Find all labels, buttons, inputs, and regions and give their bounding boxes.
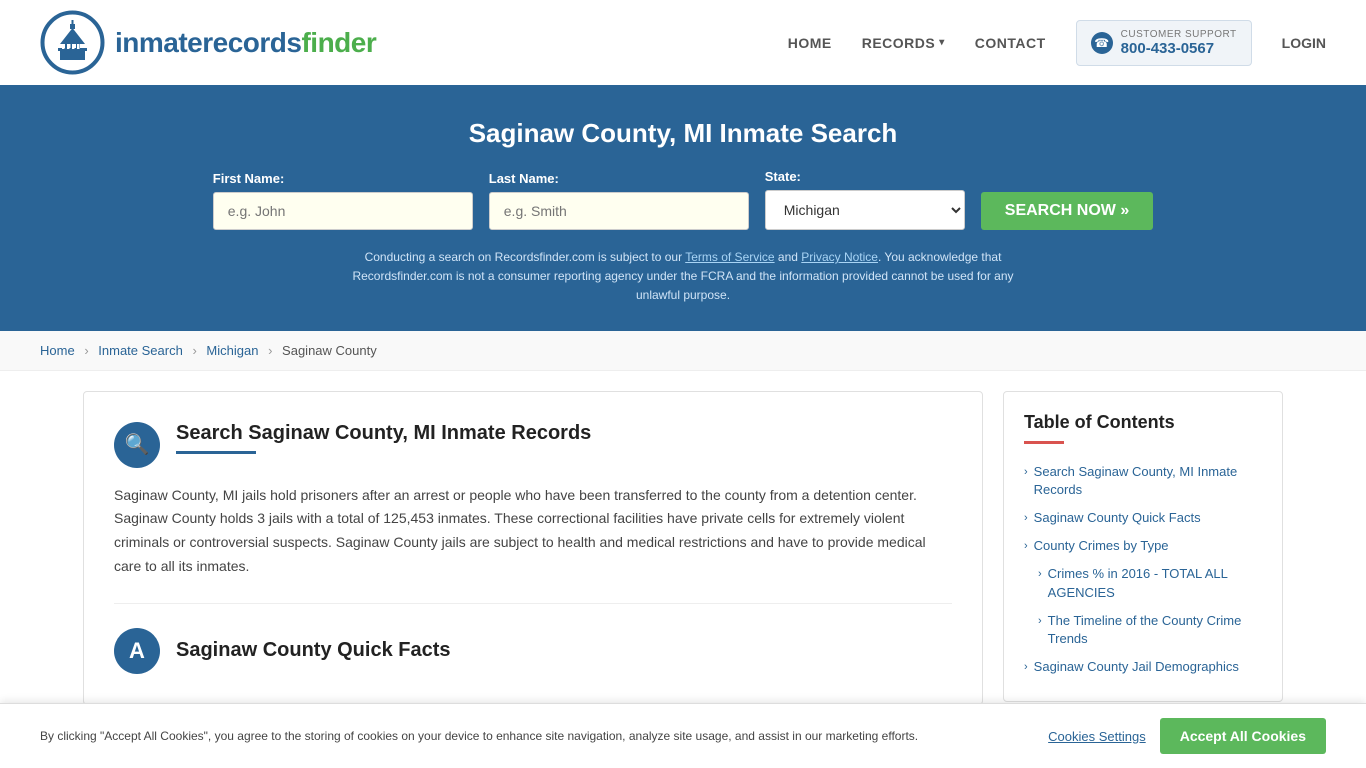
nav-records[interactable]: RECORDS ▾ <box>862 35 945 51</box>
toc-label-3: Crimes % in 2016 - TOTAL ALL AGENCIES <box>1048 565 1262 601</box>
disclaimer-text: Conducting a search on Recordsfinder.com… <box>333 248 1033 306</box>
toc-chevron-3: › <box>1038 567 1042 582</box>
breadcrumb-sep-1: › <box>84 343 88 358</box>
support-label: CUSTOMER SUPPORT <box>1121 29 1237 40</box>
section2-header: A Saginaw County Quick Facts <box>114 628 952 674</box>
toc-box: Table of Contents › Search Saginaw Count… <box>1003 391 1283 703</box>
section1-header: 🔍 Search Saginaw County, MI Inmate Recor… <box>114 422 952 468</box>
toc-chevron-0: › <box>1024 465 1028 480</box>
section1-body: Saginaw County, MI jails hold prisoners … <box>114 484 952 579</box>
toc-item-0[interactable]: › Search Saginaw County, MI Inmate Recor… <box>1024 458 1262 504</box>
toc-chevron-4: › <box>1038 614 1042 629</box>
cookie-banner: By clicking "Accept All Cookies", you ag… <box>0 703 1366 768</box>
content-area: 🔍 Search Saginaw County, MI Inmate Recor… <box>83 391 983 705</box>
section1-title: Search Saginaw County, MI Inmate Records <box>176 422 591 445</box>
state-select[interactable]: Michigan <box>765 190 965 230</box>
breadcrumb-current: Saginaw County <box>282 343 377 358</box>
toc-chevron-2: › <box>1024 539 1028 554</box>
toc-item-2[interactable]: › County Crimes by Type <box>1024 532 1262 560</box>
toc-item-3[interactable]: › Crimes % in 2016 - TOTAL ALL AGENCIES <box>1024 560 1262 606</box>
section1-title-underline <box>176 451 256 454</box>
logo-text: inmaterecordsfinder <box>115 27 376 59</box>
state-label: State: <box>765 169 801 184</box>
toc-label-5: Saginaw County Jail Demographics <box>1034 658 1239 676</box>
cookie-text: By clicking "Accept All Cookies", you ag… <box>40 727 1028 745</box>
privacy-link[interactable]: Privacy Notice <box>801 250 878 264</box>
breadcrumb: Home › Inmate Search › Michigan › Sagina… <box>0 331 1366 371</box>
breadcrumb-home[interactable]: Home <box>40 343 75 358</box>
section1-title-block: Search Saginaw County, MI Inmate Records <box>176 422 591 454</box>
section2-title: Saginaw County Quick Facts <box>176 639 451 662</box>
first-name-label: First Name: <box>213 171 285 186</box>
breadcrumb-sep-3: › <box>268 343 272 358</box>
support-number: 800-433-0567 <box>1121 40 1237 57</box>
nav-login[interactable]: LOGIN <box>1282 35 1326 51</box>
toc-divider <box>1024 441 1064 444</box>
support-text: CUSTOMER SUPPORT 800-433-0567 <box>1121 29 1237 57</box>
logo-area: inmaterecordsfinder <box>40 10 376 75</box>
toc-item-5[interactable]: › Saginaw County Jail Demographics <box>1024 653 1262 681</box>
section1-search-icon: 🔍 <box>114 422 160 468</box>
first-name-input[interactable] <box>213 192 473 230</box>
breadcrumb-michigan[interactable]: Michigan <box>206 343 258 358</box>
section2-icon: A <box>114 628 160 674</box>
records-chevron-down-icon: ▾ <box>939 37 945 48</box>
main-wrapper: 🔍 Search Saginaw County, MI Inmate Recor… <box>43 391 1323 705</box>
support-box: ☎ CUSTOMER SUPPORT 800-433-0567 <box>1076 20 1252 66</box>
toc-chevron-1: › <box>1024 511 1028 526</box>
nav-home[interactable]: HOME <box>788 35 832 51</box>
phone-icon: ☎ <box>1091 32 1113 54</box>
last-name-input[interactable] <box>489 192 749 230</box>
section-divider <box>114 603 952 604</box>
sidebar: Table of Contents › Search Saginaw Count… <box>1003 391 1283 705</box>
toc-label-0: Search Saginaw County, MI Inmate Records <box>1034 463 1262 499</box>
site-logo-icon <box>40 10 105 75</box>
last-name-group: Last Name: <box>489 171 749 230</box>
toc-label-2: County Crimes by Type <box>1034 537 1169 555</box>
state-group: State: Michigan <box>765 169 965 230</box>
breadcrumb-inmate-search[interactable]: Inmate Search <box>98 343 183 358</box>
toc-label-1: Saginaw County Quick Facts <box>1034 509 1201 527</box>
site-header: inmaterecordsfinder HOME RECORDS ▾ CONTA… <box>0 0 1366 88</box>
accept-all-cookies-button[interactable]: Accept All Cookies <box>1160 718 1326 754</box>
toc-item-1[interactable]: › Saginaw County Quick Facts <box>1024 504 1262 532</box>
toc-title: Table of Contents <box>1024 412 1262 433</box>
cookies-settings-button[interactable]: Cookies Settings <box>1048 729 1146 744</box>
toc-label-4: The Timeline of the County Crime Trends <box>1048 612 1262 648</box>
search-button[interactable]: SEARCH NOW » <box>981 192 1153 230</box>
search-hero: Saginaw County, MI Inmate Search First N… <box>0 88 1366 331</box>
nav-contact[interactable]: CONTACT <box>975 35 1046 51</box>
toc-item-4[interactable]: › The Timeline of the County Crime Trend… <box>1024 607 1262 653</box>
main-nav: HOME RECORDS ▾ CONTACT ☎ CUSTOMER SUPPOR… <box>788 20 1326 66</box>
search-form: First Name: Last Name: State: Michigan S… <box>40 169 1326 230</box>
hero-title: Saginaw County, MI Inmate Search <box>40 118 1326 149</box>
first-name-group: First Name: <box>213 171 473 230</box>
breadcrumb-sep-2: › <box>192 343 196 358</box>
last-name-label: Last Name: <box>489 171 559 186</box>
cookie-actions: Cookies Settings Accept All Cookies <box>1048 718 1326 754</box>
toc-chevron-5: › <box>1024 660 1028 675</box>
tos-link[interactable]: Terms of Service <box>685 250 774 264</box>
